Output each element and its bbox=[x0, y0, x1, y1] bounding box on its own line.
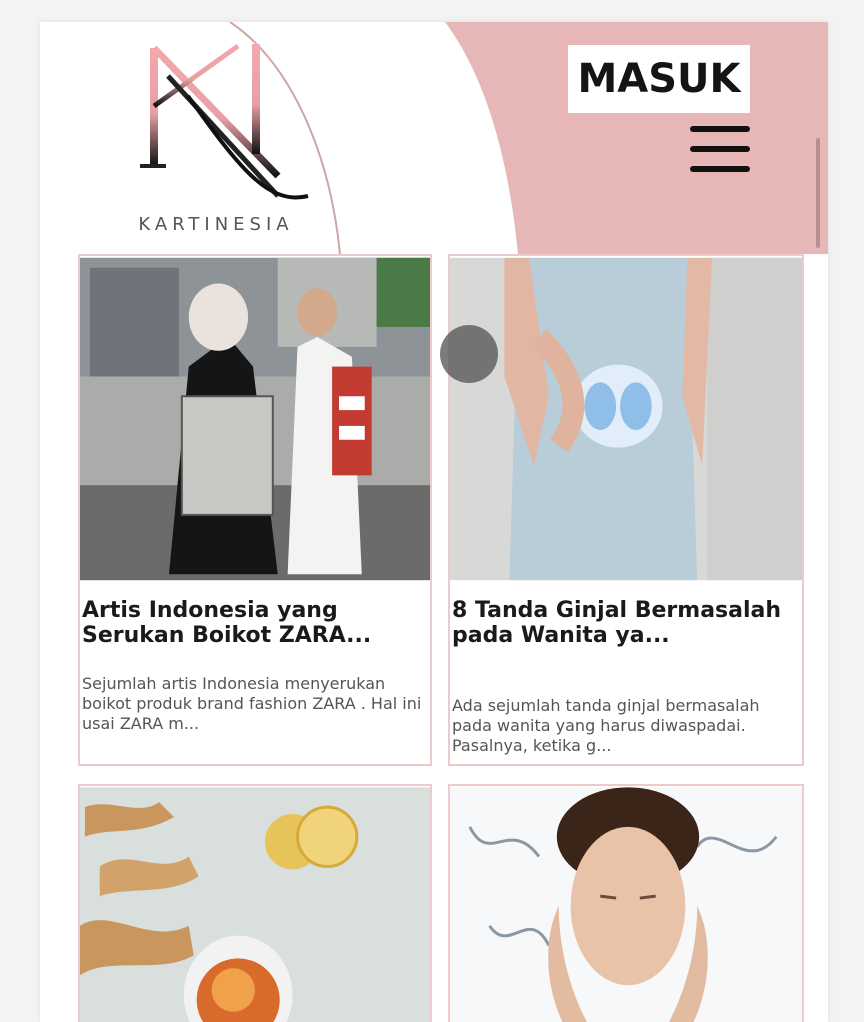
article-excerpt: Ada sejumlah tanda ginjal bermasalah pad… bbox=[452, 696, 760, 755]
article-card[interactable]: Artis Indonesia yang Serukan Boikot ZARA… bbox=[78, 254, 432, 766]
article-excerpt: Sejumlah artis Indonesia menyerukan boik… bbox=[82, 674, 422, 733]
site-header: KARTINESIA MASUK bbox=[40, 22, 828, 254]
protest-photo bbox=[80, 257, 430, 581]
face-splash-photo bbox=[450, 787, 802, 1022]
header-scrollbar[interactable] bbox=[816, 138, 820, 248]
app-page: KARTINESIA MASUK Artis Indonesia yang Se… bbox=[40, 22, 828, 1022]
login-button[interactable]: MASUK bbox=[568, 45, 750, 113]
article-title[interactable]: Artis Indonesia yang Serukan Boikot ZARA… bbox=[82, 598, 426, 648]
article-card[interactable] bbox=[448, 784, 804, 1022]
article-card[interactable]: 8 Tanda Ginjal Bermasalah pada Wanita ya… bbox=[448, 254, 804, 766]
brand-name: KARTINESIA bbox=[138, 214, 294, 235]
article-title[interactable]: 8 Tanda Ginjal Bermasalah pada Wanita ya… bbox=[452, 598, 798, 648]
kidney-illustration-photo bbox=[450, 257, 802, 581]
touch-indicator bbox=[440, 325, 498, 383]
hamburger-menu-icon[interactable] bbox=[690, 126, 750, 176]
kn-logo[interactable] bbox=[128, 36, 318, 236]
ginger-lemon-tea-photo bbox=[80, 787, 430, 1022]
article-card[interactable] bbox=[78, 784, 432, 1022]
